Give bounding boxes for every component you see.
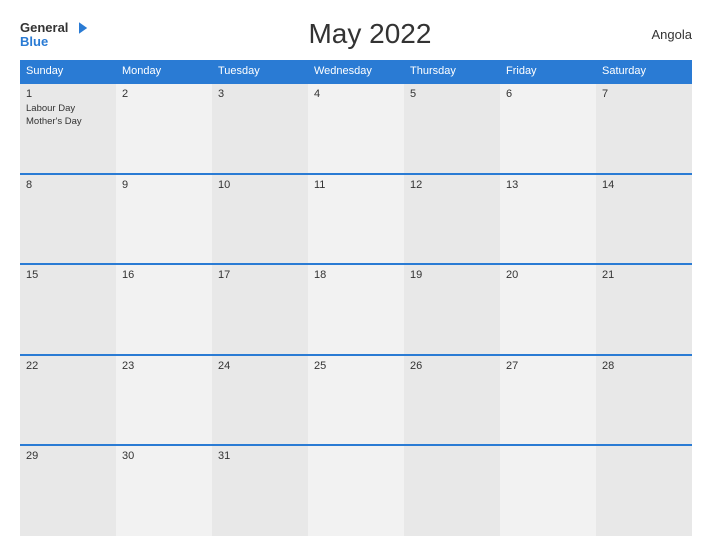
week-row-5: 29 30 31 — [20, 445, 692, 536]
day-11: 11 — [308, 174, 404, 265]
header-friday: Friday — [500, 60, 596, 83]
calendar-title: May 2022 — [308, 18, 431, 50]
days-header-row: Sunday Monday Tuesday Wednesday Thursday… — [20, 60, 692, 83]
week-row-4: 22 23 24 25 26 27 28 — [20, 355, 692, 446]
day-8: 8 — [20, 174, 116, 265]
day-empty-2 — [404, 445, 500, 536]
day-13: 13 — [500, 174, 596, 265]
day-28: 28 — [596, 355, 692, 446]
day-10: 10 — [212, 174, 308, 265]
day-22: 22 — [20, 355, 116, 446]
day-7: 7 — [596, 83, 692, 174]
day-empty-4 — [596, 445, 692, 536]
day-23: 23 — [116, 355, 212, 446]
day-empty-1 — [308, 445, 404, 536]
header-saturday: Saturday — [596, 60, 692, 83]
day-21: 21 — [596, 264, 692, 355]
day-20: 20 — [500, 264, 596, 355]
day-2: 2 — [116, 83, 212, 174]
day-empty-3 — [500, 445, 596, 536]
logo-blue-text: Blue — [20, 35, 48, 48]
day-16: 16 — [116, 264, 212, 355]
day-29: 29 — [20, 445, 116, 536]
logo-general-text: General — [20, 21, 68, 34]
day-15: 15 — [20, 264, 116, 355]
day-30: 30 — [116, 445, 212, 536]
day-18: 18 — [308, 264, 404, 355]
week-row-2: 8 9 10 11 12 13 14 — [20, 174, 692, 265]
logo-flag-icon — [70, 21, 88, 35]
day-14: 14 — [596, 174, 692, 265]
header-tuesday: Tuesday — [212, 60, 308, 83]
day-31: 31 — [212, 445, 308, 536]
day-5: 5 — [404, 83, 500, 174]
day-6: 6 — [500, 83, 596, 174]
week-row-1: 1 Labour Day Mother's Day 2 3 4 5 6 7 — [20, 83, 692, 174]
header-wednesday: Wednesday — [308, 60, 404, 83]
day-12: 12 — [404, 174, 500, 265]
day-24: 24 — [212, 355, 308, 446]
header-sunday: Sunday — [20, 60, 116, 83]
header-thursday: Thursday — [404, 60, 500, 83]
day-4: 4 — [308, 83, 404, 174]
logo: General Blue — [20, 21, 88, 48]
day-27: 27 — [500, 355, 596, 446]
day-3: 3 — [212, 83, 308, 174]
day-19: 19 — [404, 264, 500, 355]
country-label: Angola — [652, 27, 692, 42]
day-1: 1 Labour Day Mother's Day — [20, 83, 116, 174]
day-26: 26 — [404, 355, 500, 446]
day-17: 17 — [212, 264, 308, 355]
day-25: 25 — [308, 355, 404, 446]
calendar-table: Sunday Monday Tuesday Wednesday Thursday… — [20, 60, 692, 536]
day-9: 9 — [116, 174, 212, 265]
calendar-page: General Blue May 2022 Angola Sunday Mond… — [0, 0, 712, 550]
header: General Blue May 2022 Angola — [20, 18, 692, 50]
header-monday: Monday — [116, 60, 212, 83]
week-row-3: 15 16 17 18 19 20 21 — [20, 264, 692, 355]
